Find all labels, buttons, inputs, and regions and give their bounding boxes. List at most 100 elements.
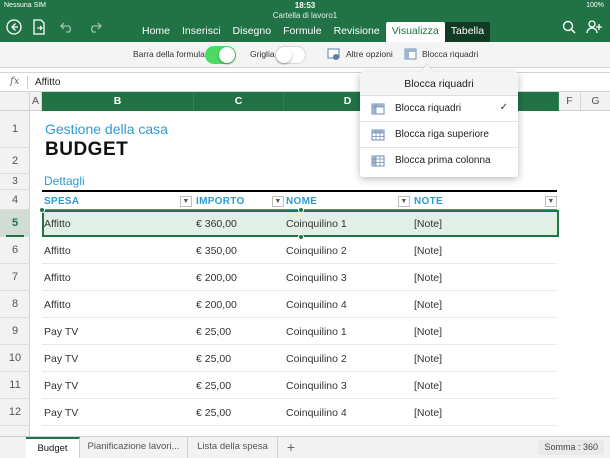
menu-item-freeze-top-row[interactable]: Blocca riga superiore: [360, 122, 518, 148]
sheet-tab-budget[interactable]: Budget: [26, 437, 80, 458]
select-all-corner[interactable]: [0, 92, 30, 111]
cell-spesa[interactable]: Pay TV: [44, 353, 78, 365]
table-header-importo[interactable]: IMPORTO ▼: [196, 193, 284, 210]
cell-importo[interactable]: € 25,00: [196, 353, 231, 365]
filter-dropdown-icon[interactable]: ▼: [398, 196, 410, 207]
redo-icon[interactable]: [86, 18, 104, 36]
share-person-icon[interactable]: [586, 18, 604, 36]
row-header[interactable]: 2: [0, 148, 30, 174]
selection-handle[interactable]: [39, 207, 45, 213]
menu-item-freeze-panes[interactable]: Blocca riquadri ✓: [360, 96, 518, 122]
add-sheet-button[interactable]: +: [282, 437, 300, 458]
cell-spesa[interactable]: Pay TV: [44, 380, 78, 392]
table-header-spesa[interactable]: SPESA ▼: [44, 193, 194, 210]
row-header[interactable]: 1: [0, 111, 30, 148]
column-header-b[interactable]: B: [42, 92, 194, 111]
more-options-icon[interactable]: [327, 48, 341, 63]
table-row[interactable]: Affitto € 200,00 Coinquilino 3 [Note]: [42, 264, 557, 291]
file-icon[interactable]: [30, 18, 48, 36]
tab-home[interactable]: Home: [136, 22, 176, 43]
cell-importo[interactable]: € 200,00: [196, 272, 237, 284]
cell-importo[interactable]: € 200,00: [196, 299, 237, 311]
row-header[interactable]: 11: [0, 372, 30, 399]
spreadsheet-grid[interactable]: Gestione della casa BUDGET Dettagli SPES…: [30, 111, 610, 436]
cell-nome[interactable]: Coinquilino 4: [286, 407, 347, 419]
cell-nome[interactable]: Coinquilino 3: [286, 272, 347, 284]
cell-nome[interactable]: Coinquilino 1: [286, 218, 347, 230]
cell-note[interactable]: [Note]: [414, 299, 442, 311]
sheet-tab-pianificazione[interactable]: Pianificazione lavori...: [80, 437, 188, 458]
cell-importo[interactable]: € 25,00: [196, 407, 231, 419]
cell-importo[interactable]: € 25,00: [196, 326, 231, 338]
table-row[interactable]: Pay TV € 25,00 Coinquilino 4 [Note]: [42, 399, 557, 426]
cell-spesa[interactable]: Affitto: [44, 272, 71, 284]
sheet-tab-lista-spesa[interactable]: Lista della spesa: [188, 437, 278, 458]
cell-nome[interactable]: Coinquilino 4: [286, 299, 347, 311]
row-header[interactable]: 12: [0, 399, 30, 426]
cell-nome[interactable]: Coinquilino 2: [286, 245, 347, 257]
cell-spesa[interactable]: Pay TV: [44, 326, 78, 338]
column-header-a[interactable]: A: [30, 92, 42, 111]
tab-revisione[interactable]: Revisione: [328, 22, 386, 43]
freeze-panes-icon[interactable]: [404, 48, 417, 62]
cell-importo[interactable]: € 25,00: [196, 380, 231, 392]
row-header[interactable]: 10: [0, 345, 30, 372]
column-header-c[interactable]: C: [194, 92, 284, 111]
cell-importo[interactable]: € 360,00: [196, 218, 237, 230]
menu-item-freeze-first-column[interactable]: Blocca prima colonna: [360, 148, 518, 174]
cell-note[interactable]: [Note]: [414, 407, 442, 419]
cell-note[interactable]: [Note]: [414, 380, 442, 392]
grid-toggle[interactable]: [275, 46, 306, 64]
cell-importo[interactable]: € 350,00: [196, 245, 237, 257]
row-header[interactable]: 4: [0, 190, 30, 210]
cell-note[interactable]: [Note]: [414, 218, 442, 230]
table-header-note[interactable]: NOTE ▼: [414, 193, 557, 210]
table-row[interactable]: Pay TV € 25,00 Coinquilino 2 [Note]: [42, 345, 557, 372]
tab-visualizza[interactable]: Visualizza: [385, 22, 445, 43]
table-row[interactable]: Affitto € 350,00 Coinquilino 2 [Note]: [42, 237, 557, 264]
cell-spesa[interactable]: Pay TV: [44, 407, 78, 419]
fx-label[interactable]: fx: [10, 76, 19, 87]
tab-formule[interactable]: Formule: [277, 22, 328, 43]
undo-icon[interactable]: [58, 18, 76, 36]
search-icon[interactable]: [560, 18, 578, 36]
selection-handle[interactable]: [298, 207, 304, 213]
formula-input[interactable]: Affitto: [35, 77, 60, 88]
sheet-title[interactable]: Gestione della casa: [45, 121, 168, 137]
table-header-nome[interactable]: NOME ▼: [286, 193, 412, 210]
formula-bar-toggle[interactable]: [205, 46, 236, 64]
column-header-g[interactable]: G: [581, 92, 610, 111]
sheet-budget-heading[interactable]: BUDGET: [45, 139, 128, 161]
freeze-panes-button[interactable]: Blocca riquadri: [422, 49, 478, 59]
tab-tabella[interactable]: Tabella: [444, 22, 491, 43]
cell-nome[interactable]: Coinquilino 3: [286, 380, 347, 392]
section-heading[interactable]: Dettagli: [44, 174, 85, 188]
selection-handle[interactable]: [298, 234, 304, 240]
cell-nome[interactable]: Coinquilino 1: [286, 326, 347, 338]
cell-spesa[interactable]: Affitto: [44, 299, 71, 311]
table-row[interactable]: Pay TV € 25,00 Coinquilino 1 [Note]: [42, 318, 557, 345]
cell-note[interactable]: [Note]: [414, 326, 442, 338]
row-header[interactable]: 7: [0, 264, 30, 291]
column-header-f[interactable]: F: [559, 92, 581, 111]
row-header[interactable]: 9: [0, 318, 30, 345]
more-options-button[interactable]: Altre opzioni: [346, 49, 393, 59]
back-icon[interactable]: [5, 18, 23, 36]
row-header[interactable]: 6: [0, 237, 30, 264]
cell-note[interactable]: [Note]: [414, 245, 442, 257]
row-header[interactable]: 8: [0, 291, 30, 318]
filter-dropdown-icon[interactable]: ▼: [545, 196, 557, 207]
row-header[interactable]: 3: [0, 174, 30, 190]
cell-note[interactable]: [Note]: [414, 272, 442, 284]
cell-spesa[interactable]: Affitto: [44, 245, 71, 257]
filter-dropdown-icon[interactable]: ▼: [272, 196, 284, 207]
table-row[interactable]: Pay TV € 25,00 Coinquilino 3 [Note]: [42, 372, 557, 399]
tab-inserisci[interactable]: Inserisci: [176, 22, 227, 43]
cell-nome[interactable]: Coinquilino 2: [286, 353, 347, 365]
row-header-selected[interactable]: 5: [0, 210, 30, 237]
table-row[interactable]: Affitto € 360,00 Coinquilino 1 [Note]: [42, 210, 557, 237]
tab-disegno[interactable]: Disegno: [227, 22, 278, 43]
table-row[interactable]: Affitto € 200,00 Coinquilino 4 [Note]: [42, 291, 557, 318]
cell-note[interactable]: [Note]: [414, 353, 442, 365]
filter-dropdown-icon[interactable]: ▼: [180, 196, 192, 207]
